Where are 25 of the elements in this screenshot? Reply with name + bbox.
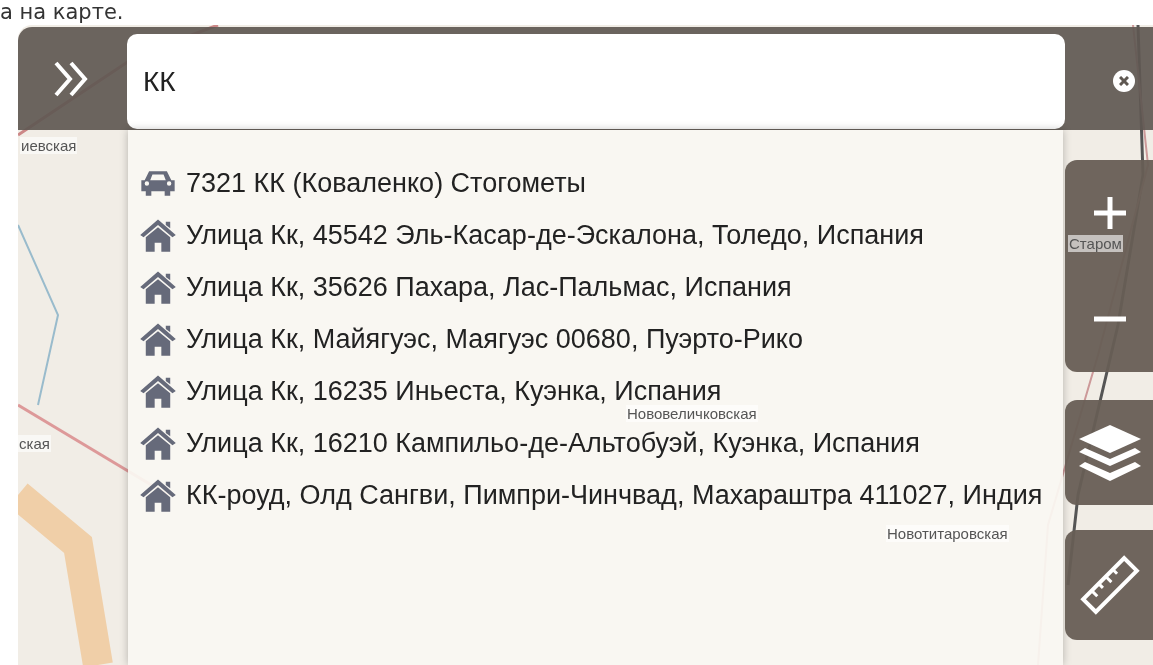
result-item[interactable]: Улица Кк, Майягуэс, Маягуэс 00680, Пуэрто-Рико [138,316,1063,362]
map-label: иевская [20,137,78,154]
layers-icon [1077,422,1143,483]
car-icon [138,168,178,198]
house-icon [138,321,178,357]
clear-button[interactable] [1113,70,1135,92]
result-item[interactable]: КК-роуд, Олд Сангви, Пимпри-Чинчвад, Махараштра 411027, Индия [138,472,1063,518]
result-item[interactable]: Улица Кк, 16210 Кампильо-де-Альтобуэй, Куэнка, Испания [138,420,1063,466]
layers-button[interactable] [1065,400,1153,505]
ruler-icon [1079,554,1141,616]
house-icon [138,217,178,253]
search-field[interactable]: КК [127,34,1065,129]
house-icon [138,425,178,461]
minus-icon [1093,316,1127,322]
house-icon [138,373,178,409]
caption-text: а на карте. [0,0,124,25]
result-item[interactable]: 7321 КК (Коваленко) Стогометы [138,160,1063,206]
map-label: ская [18,435,51,452]
result-item[interactable]: Улица Кк, 45542 Эль-Касар-де-Эскалона, Толедо, Испания [138,212,1063,258]
measure-button[interactable] [1065,530,1153,640]
house-icon [138,269,178,305]
result-item[interactable]: Улица Кк, 35626 Пахара, Лас-Пальмас, Испания [138,264,1063,310]
close-icon [1119,76,1129,86]
house-icon [138,477,178,513]
plus-icon [1093,196,1127,230]
